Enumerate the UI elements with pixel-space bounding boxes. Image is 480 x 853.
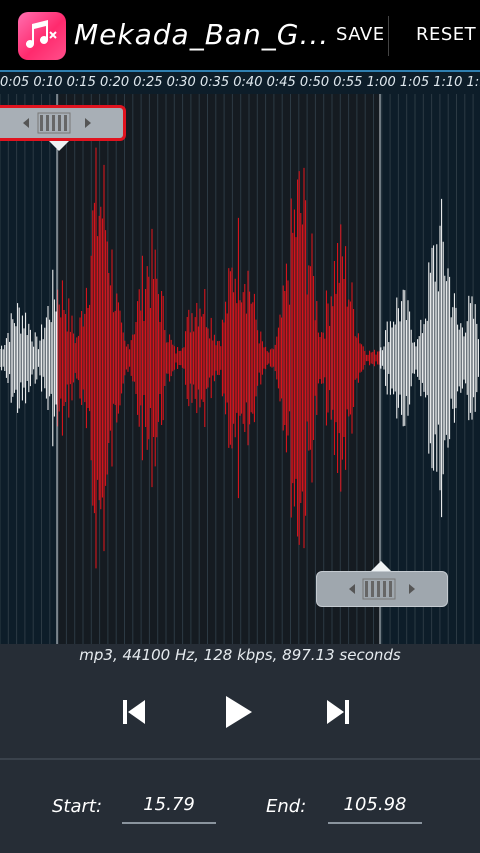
waveform-canvas [0,94,479,644]
playback-controls [0,666,480,758]
end-marker-pointer [371,561,391,571]
action-divider [388,16,389,56]
skip-next-icon [327,700,349,724]
play-icon [226,696,252,728]
skip-previous-icon [123,700,145,724]
reset-button[interactable]: RESET [416,24,476,45]
end-time-input[interactable] [328,786,422,824]
timeline-ruler: 0:05 0:10 0:15 0:20 0:25 0:30 0:35 0:40 … [0,72,480,94]
start-marker-pointer [49,141,69,151]
end-marker-handle[interactable] [316,571,448,607]
app-title: Mekada_Ban_G... [74,18,330,51]
save-button[interactable]: SAVE [336,24,385,45]
timeline-labels: 0:05 0:10 0:15 0:20 0:25 0:30 0:35 0:40 … [0,75,480,90]
start-marker-handle[interactable] [0,105,126,141]
skip-next-button[interactable] [320,694,356,730]
waveform-view[interactable]: 0:05 0:10 0:15 0:20 0:25 0:30 0:35 0:40 … [0,72,480,644]
play-button[interactable] [216,690,260,734]
action-bar: Mekada_Ban_G... SAVE RESET [0,0,480,72]
start-time-input[interactable] [122,786,216,824]
end-label: End: [266,796,307,817]
app-logo-icon[interactable] [18,12,66,60]
skip-previous-button[interactable] [116,694,152,730]
start-label: Start: [52,796,103,817]
range-fields: Start: End: [0,760,480,853]
audio-info-text: mp3, 44100 Hz, 128 kbps, 897.13 seconds [79,646,401,664]
